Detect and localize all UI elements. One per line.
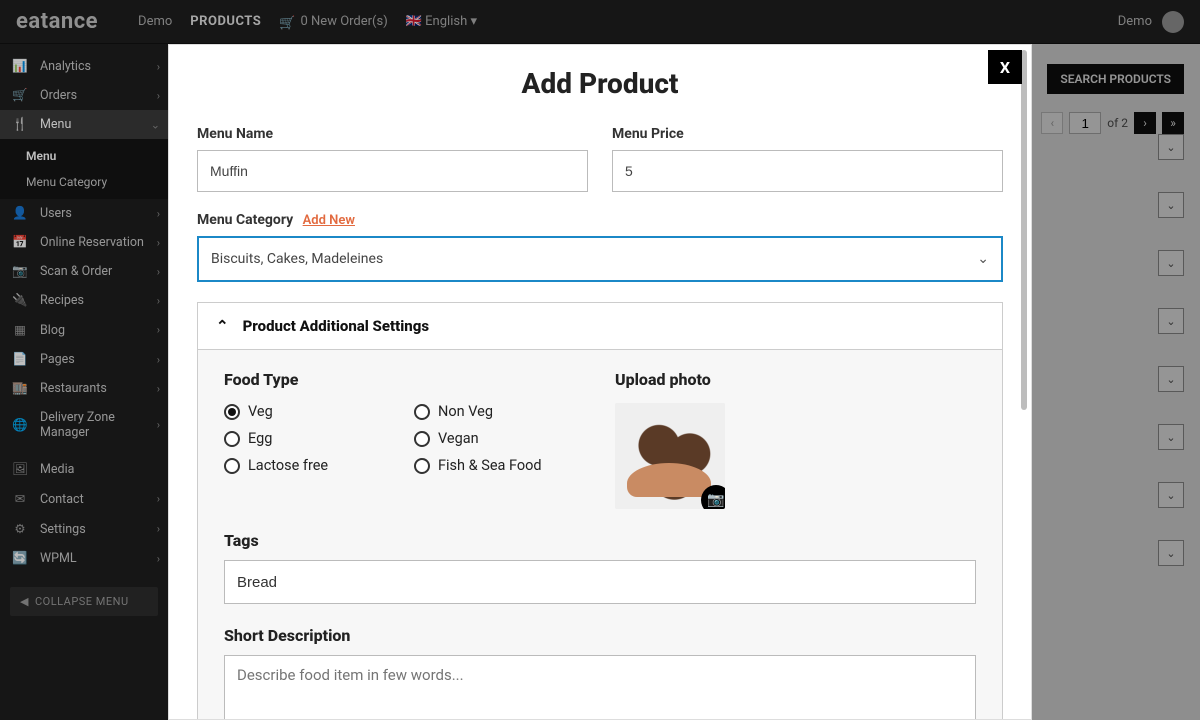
- food-type-vegan[interactable]: Vegan: [414, 430, 584, 447]
- menu-category-select[interactable]: Biscuits, Cakes, Madeleines ⌄: [197, 236, 1003, 282]
- short-description-label: Short Description: [224, 626, 976, 645]
- food-type-label: Food Type: [224, 370, 585, 389]
- product-photo-preview[interactable]: 📷: [615, 403, 725, 509]
- food-type-fish[interactable]: Fish & Sea Food: [414, 457, 584, 474]
- additional-settings-title: Product Additional Settings: [243, 317, 429, 335]
- food-type-lactose[interactable]: Lactose free: [224, 457, 394, 474]
- camera-icon[interactable]: 📷: [701, 485, 725, 509]
- radio-icon: [414, 458, 430, 474]
- menu-category-label: Menu Category Add New: [197, 212, 1003, 228]
- radio-icon: [414, 404, 430, 420]
- additional-settings-toggle[interactable]: ⌃ Product Additional Settings: [198, 303, 1002, 350]
- radio-icon: [414, 431, 430, 447]
- chevron-up-icon: ⌃: [216, 317, 229, 335]
- menu-category-value: Biscuits, Cakes, Madeleines: [211, 251, 383, 267]
- tags-label: Tags: [224, 531, 976, 550]
- add-new-category-link[interactable]: Add New: [303, 213, 355, 228]
- modal-title: Add Product: [169, 67, 1031, 100]
- food-type-veg[interactable]: Veg: [224, 403, 394, 420]
- menu-price-input[interactable]: [612, 150, 1003, 192]
- radio-icon: [224, 431, 240, 447]
- tags-input[interactable]: [224, 560, 976, 604]
- menu-name-label: Menu Name: [197, 126, 588, 142]
- add-product-modal: Add Product Menu Name Menu Price Menu Ca…: [168, 44, 1032, 720]
- modal-close-button[interactable]: X: [988, 50, 1022, 84]
- food-type-nonveg[interactable]: Non Veg: [414, 403, 584, 420]
- modal-scrollbar[interactable]: [1020, 50, 1028, 690]
- chevron-down-icon: ⌄: [977, 251, 989, 267]
- additional-settings-panel: ⌃ Product Additional Settings Food Type …: [197, 302, 1003, 720]
- upload-photo-label: Upload photo: [615, 370, 976, 389]
- menu-price-label: Menu Price: [612, 126, 1003, 142]
- radio-icon: [224, 404, 240, 420]
- short-description-input[interactable]: [224, 655, 976, 720]
- food-type-egg[interactable]: Egg: [224, 430, 394, 447]
- radio-icon: [224, 458, 240, 474]
- menu-name-input[interactable]: [197, 150, 588, 192]
